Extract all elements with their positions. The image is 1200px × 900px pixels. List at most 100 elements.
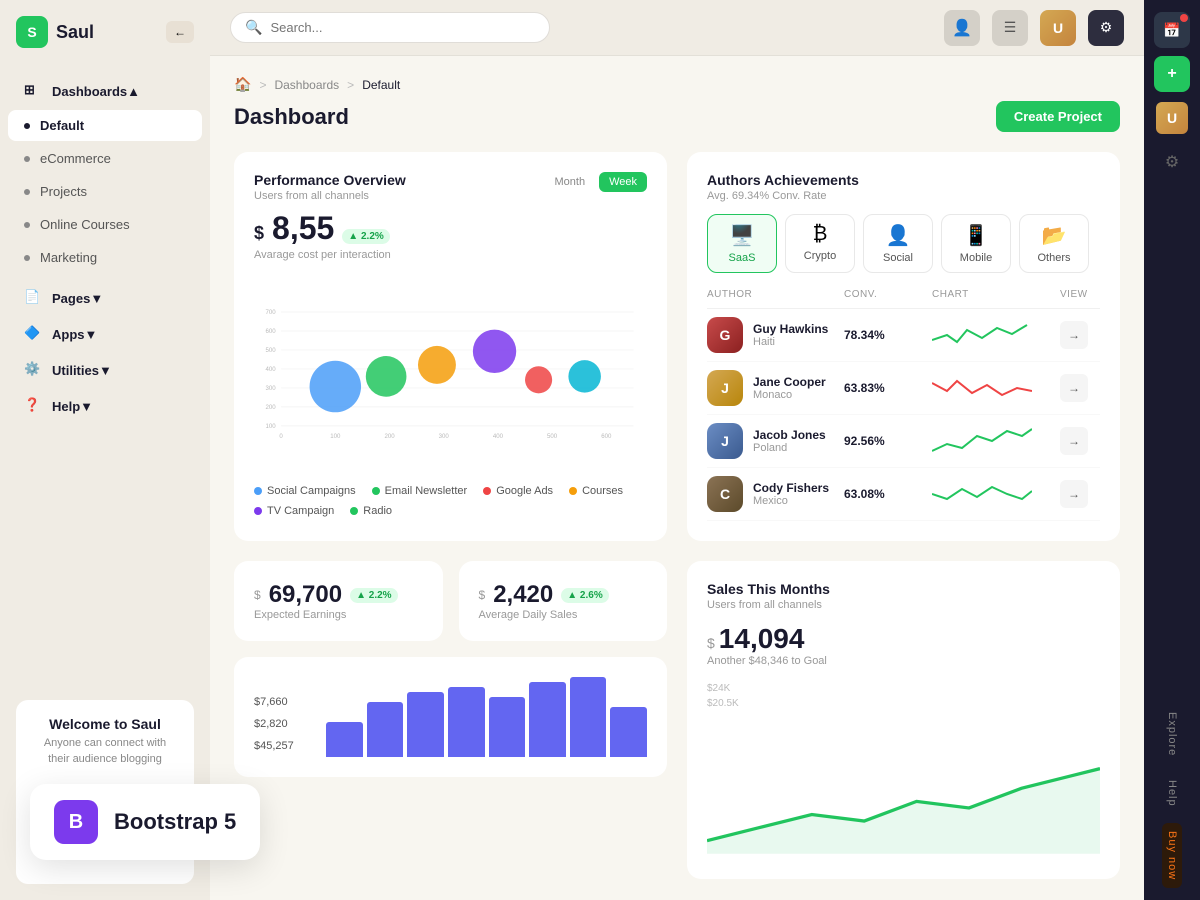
- sidebar-item-help[interactable]: ❓ Help ▼: [8, 389, 202, 423]
- search-icon: 🔍: [245, 19, 262, 36]
- bar-chart-card: $7,660 $2,820 $45,257: [234, 657, 667, 777]
- legend-dot-social: [254, 487, 262, 495]
- svg-text:500: 500: [266, 347, 277, 354]
- chevron-icon: ▼: [80, 399, 93, 414]
- view-button-jane[interactable]: →: [1060, 374, 1088, 402]
- amount-1: $7,660: [254, 691, 310, 713]
- sidebar-item-label: Apps: [52, 327, 85, 342]
- table-row: J Jacob Jones Poland 92.56% →: [707, 415, 1100, 468]
- breadcrumb-dashboards[interactable]: Dashboards: [274, 78, 339, 92]
- bar-5: [489, 697, 526, 757]
- bar-8: [610, 707, 647, 757]
- legend-label-radio: Radio: [363, 505, 392, 517]
- conv-jacob: 92.56%: [844, 434, 924, 448]
- app-name: Saul: [56, 22, 94, 43]
- bar-3: [407, 692, 444, 757]
- sales-line-chart: [707, 749, 1100, 854]
- currency-daily: $: [479, 588, 486, 602]
- user-avatar: U: [1156, 102, 1188, 134]
- sidebar-item-marketing[interactable]: Marketing: [8, 242, 202, 273]
- author-name-cody: Cody Fishers: [753, 481, 829, 495]
- explore-tab[interactable]: Explore: [1162, 704, 1182, 764]
- sidebar-item-label: Marketing: [40, 250, 97, 265]
- add-button[interactable]: +: [1154, 56, 1190, 92]
- sidebar-item-projects[interactable]: Projects: [8, 176, 202, 207]
- avatar[interactable]: U: [1040, 10, 1076, 46]
- dashboard-grid: Performance Overview Users from all chan…: [234, 152, 1120, 541]
- authors-table-header: AUTHOR CONV. CHART VIEW: [707, 285, 1100, 309]
- sales-month-title: Sales This Months: [707, 581, 1100, 597]
- avatar-jacob: J: [707, 423, 743, 459]
- search-box[interactable]: 🔍: [230, 12, 550, 43]
- saas-icon: 🖥️: [730, 223, 755, 248]
- bar-amounts: $7,660 $2,820 $45,257: [254, 691, 310, 757]
- author-tab-social[interactable]: 👤 Social: [863, 214, 933, 273]
- view-button-guy[interactable]: →: [1060, 321, 1088, 349]
- view-button-jacob[interactable]: →: [1060, 427, 1088, 455]
- breadcrumb-sep2: >: [347, 78, 354, 92]
- avatar-initial: U: [1053, 20, 1063, 36]
- utilities-icon: ⚙️: [24, 361, 42, 379]
- sales-month-subtitle: Users from all channels: [707, 599, 1100, 611]
- sidebar-item-dashboards[interactable]: ⊞ Dashboards ▲: [8, 74, 202, 108]
- conv-jane: 63.83%: [844, 381, 924, 395]
- welcome-text: Anyone can connect with their audience b…: [32, 736, 178, 767]
- user-profile-button[interactable]: U: [1154, 100, 1190, 136]
- author-tab-mobile[interactable]: 📱 Mobile: [941, 214, 1011, 273]
- sidebar-item-ecommerce[interactable]: eCommerce: [8, 143, 202, 174]
- svg-text:400: 400: [266, 366, 277, 373]
- author-tab-saas[interactable]: 🖥️ SaaS: [707, 214, 777, 273]
- chevron-icon: ▲: [127, 84, 140, 99]
- svg-text:300: 300: [266, 385, 277, 392]
- breadcrumb-current: Default: [362, 78, 400, 92]
- search-input[interactable]: [270, 20, 535, 35]
- sidebar-item-apps[interactable]: 🔷 Apps ▼: [8, 317, 202, 351]
- authors-title: Authors Achievements: [707, 172, 859, 188]
- settings-button[interactable]: ⚙: [1088, 10, 1124, 46]
- performance-title: Performance Overview: [254, 172, 406, 188]
- notification-button[interactable]: 👤: [944, 10, 980, 46]
- author-name-jane: Jane Cooper: [753, 375, 826, 389]
- sidebar-item-default[interactable]: Default: [8, 110, 202, 141]
- author-tab-others[interactable]: 📂 Others: [1019, 214, 1089, 273]
- buy-now-tab[interactable]: Buy now: [1162, 823, 1182, 888]
- svg-text:400: 400: [493, 433, 504, 440]
- gear-right-icon: ⚙: [1165, 152, 1179, 172]
- sidebar-item-label: Projects: [40, 184, 87, 199]
- tab-week[interactable]: Week: [599, 172, 647, 192]
- sidebar-item-pages[interactable]: 📄 Pages ▼: [8, 281, 202, 315]
- avatar-jane: J: [707, 370, 743, 406]
- bubble-chart: 700 600 500 400 300 200 100 0 100 200 30…: [254, 273, 647, 473]
- sidebar-item-online-courses[interactable]: Online Courses: [8, 209, 202, 240]
- gear-icon: ⚙: [1100, 19, 1113, 36]
- help-icon: ❓: [24, 397, 42, 415]
- sidebar-item-utilities[interactable]: ⚙️ Utilities ▼: [8, 353, 202, 387]
- svg-text:0: 0: [279, 433, 283, 440]
- sidebar-item-label: Pages: [52, 291, 90, 306]
- view-button-cody[interactable]: →: [1060, 480, 1088, 508]
- legend-dot-email: [372, 487, 380, 495]
- calendar-button[interactable]: 📅: [1154, 12, 1190, 48]
- bootstrap-label: Bootstrap 5: [210, 809, 236, 835]
- svg-text:100: 100: [266, 423, 277, 430]
- earnings-card: $ 69,700 ▲ 2.2% Expected Earnings: [234, 561, 443, 641]
- sidebar-nav: ⊞ Dashboards ▲ Default eCommerce Project…: [0, 64, 210, 684]
- authors-tabs: 🖥️ SaaS ₿ Crypto 👤 Social 📱 Mobile: [707, 214, 1100, 273]
- crypto-icon: ₿: [813, 223, 828, 246]
- author-tab-crypto[interactable]: ₿ Crypto: [785, 214, 855, 273]
- settings-icon-right[interactable]: ⚙: [1154, 144, 1190, 180]
- svg-text:200: 200: [384, 433, 395, 440]
- nav-dot: [24, 123, 30, 129]
- legend-label-google: Google Ads: [496, 485, 553, 497]
- tab-month[interactable]: Month: [545, 172, 596, 192]
- legend-dot-radio: [350, 507, 358, 515]
- currency-earnings: $: [254, 588, 261, 602]
- sidebar-back-button[interactable]: ←: [166, 21, 194, 43]
- topbar: 🔍 👤 ☰ U ⚙: [210, 0, 1144, 56]
- sidebar-item-label: Online Courses: [40, 217, 130, 232]
- create-project-button[interactable]: Create Project: [996, 101, 1120, 132]
- authors-subtitle: Avg. 69.34% Conv. Rate: [707, 190, 859, 202]
- menu-button[interactable]: ☰: [992, 10, 1028, 46]
- col-view: VIEW: [1060, 289, 1100, 300]
- help-tab[interactable]: Help: [1162, 772, 1182, 815]
